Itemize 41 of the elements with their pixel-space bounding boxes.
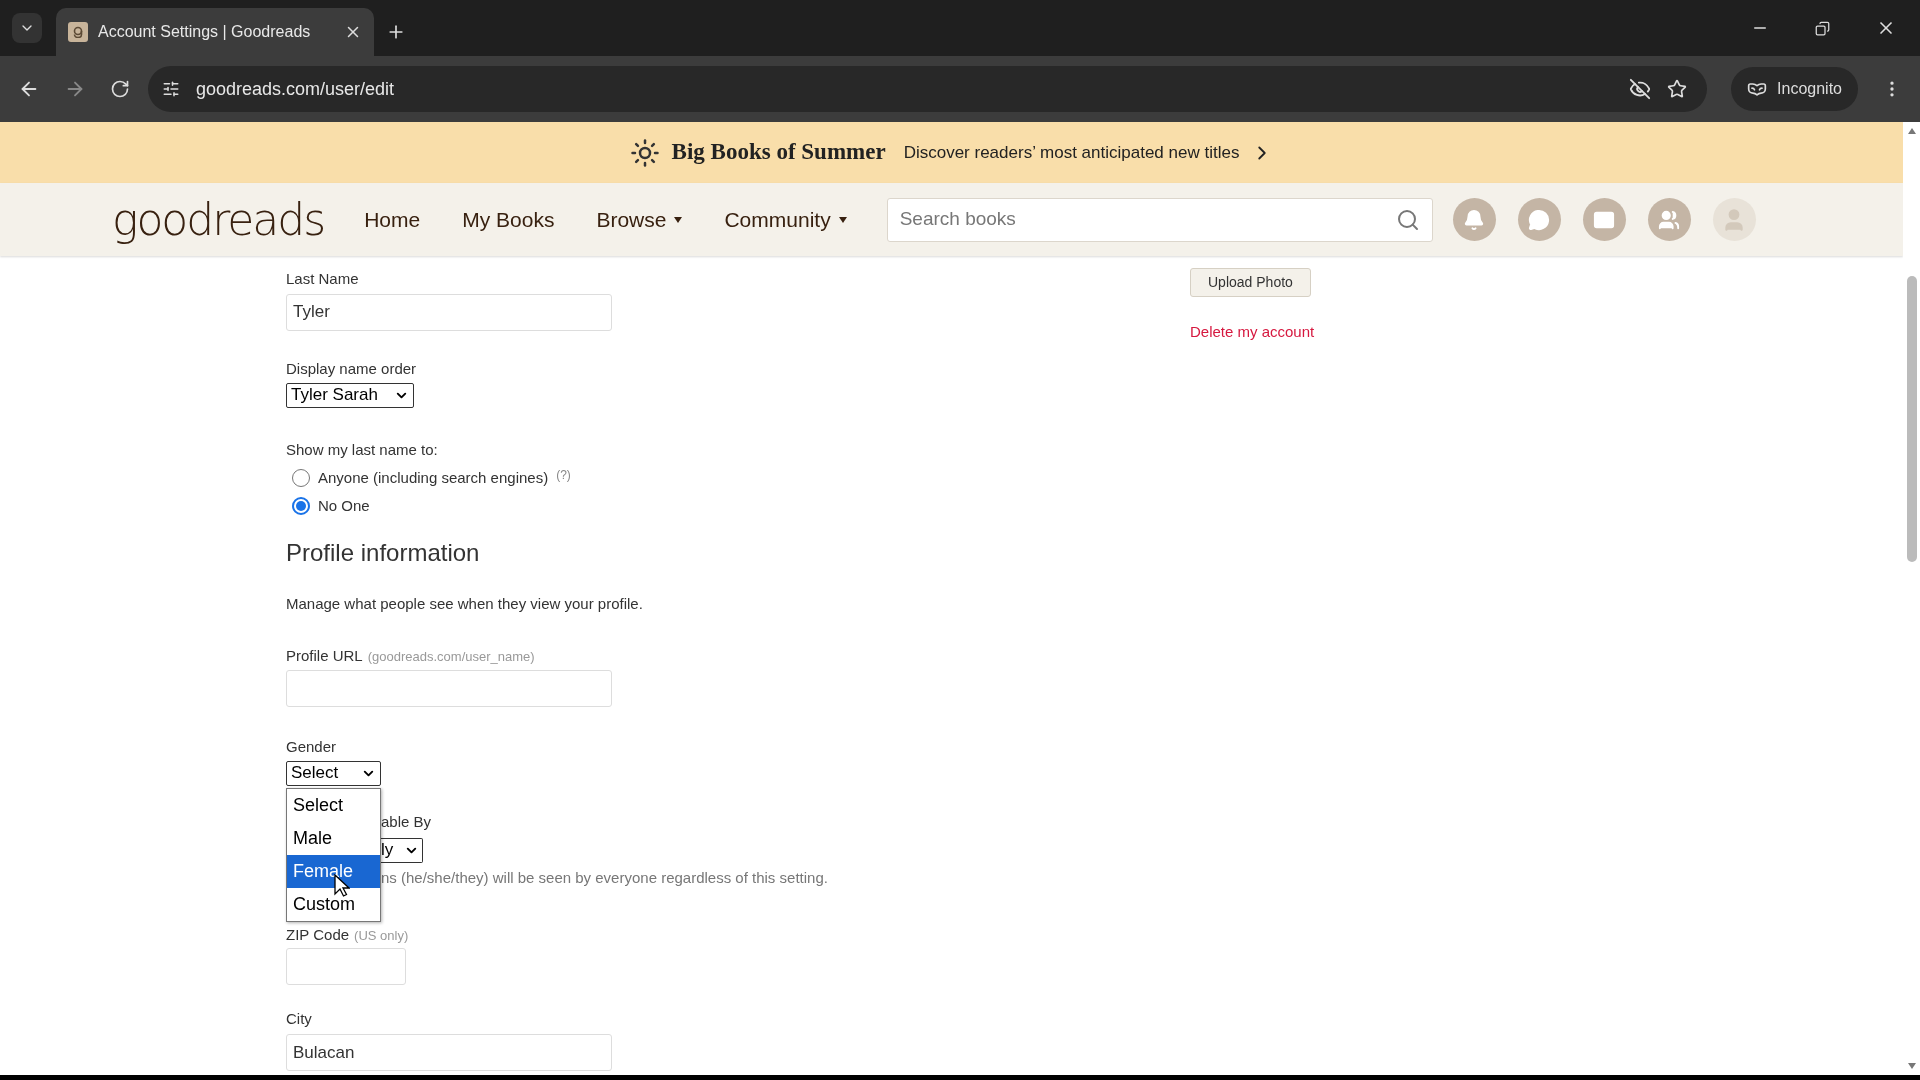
nav-link[interactable]: Home <box>364 203 421 236</box>
field-label: Last Name <box>286 269 360 289</box>
section-title: Profile information <box>286 537 481 568</box>
display-name-select[interactable]: Tyler Sarah <box>286 382 414 408</box>
field-hint: (goodreads.com/user_name) <box>367 648 535 666</box>
radio-label: Anyone (including search engines) <box>318 467 549 488</box>
promo-banner[interactable]: Big Books of Summer Discover readers’ most anticipated new titles <box>0 122 1903 183</box>
banner-text: Discover readers’ most anticipated new titles <box>903 141 1240 164</box>
url-text: goodreads.com/user/edit <box>196 77 396 101</box>
tab-title: Account Settings | Goodreads <box>98 22 312 42</box>
field-label: Gender <box>286 737 337 755</box>
field-label: Display name order <box>286 359 417 377</box>
field-label: City <box>286 1010 312 1027</box>
field-hint: (US only) <box>354 926 409 945</box>
dropdown-option[interactable]: Select <box>287 788 380 822</box>
goodreads-logo[interactable]: goodreads <box>112 197 325 242</box>
last-name-field[interactable]: Tyler <box>286 293 612 331</box>
section-description: Manage what people see when they view your profile. <box>286 593 644 614</box>
nav-link[interactable]: My Books <box>462 203 555 236</box>
upload-photo-button[interactable]: Upload Photo <box>1190 268 1311 297</box>
delete-account-link[interactable]: Delete my account <box>1190 321 1315 344</box>
city-field[interactable]: Bulacan <box>286 1034 612 1071</box>
dropdown-option[interactable]: Female <box>287 854 380 888</box>
banner-title: Big Books of Summer <box>671 138 886 167</box>
nav-link[interactable]: Browse <box>596 203 683 236</box>
search-field[interactable]: Search books <box>886 197 1433 242</box>
field-label: Profile URL <box>286 646 363 666</box>
gender-select[interactable]: Select <box>286 760 381 786</box>
browser-tab[interactable]: Account Settings | Goodreads <box>56 8 374 56</box>
nav-link[interactable]: Community <box>724 203 847 236</box>
field-note: ns (he/she/they) will be seen by everyone regardless of this setting. <box>381 868 828 886</box>
field-label: able By <box>381 812 432 830</box>
field-label: Show my last name to: <box>286 440 438 458</box>
viewable-by-select[interactable]: ly <box>381 837 423 863</box>
dropdown-option[interactable]: Male <box>287 821 380 855</box>
field-label: ZIP Code <box>286 924 350 945</box>
address-bar[interactable]: goodreads.com/user/edit <box>148 66 1708 112</box>
help-link[interactable]: (?) <box>556 465 571 484</box>
radio-label: No One <box>318 496 370 516</box>
incognito-chip[interactable]: Incognito <box>1731 67 1858 111</box>
dropdown-option[interactable]: Custom <box>287 887 380 921</box>
